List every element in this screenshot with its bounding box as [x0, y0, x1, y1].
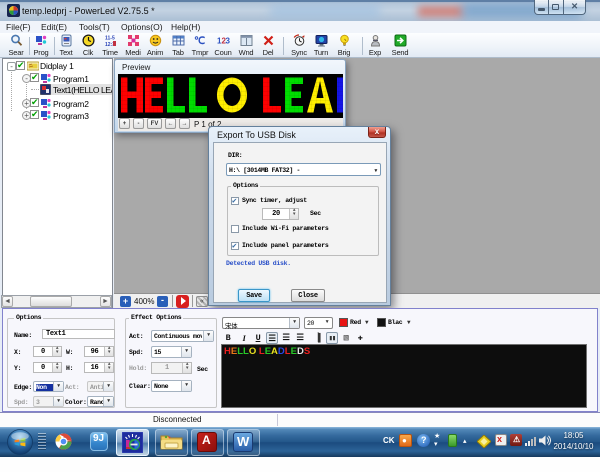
svg-text:11-5: 11-5	[105, 36, 115, 42]
svg-text:3: 3	[225, 37, 230, 46]
svg-text:℃: ℃	[194, 36, 205, 47]
